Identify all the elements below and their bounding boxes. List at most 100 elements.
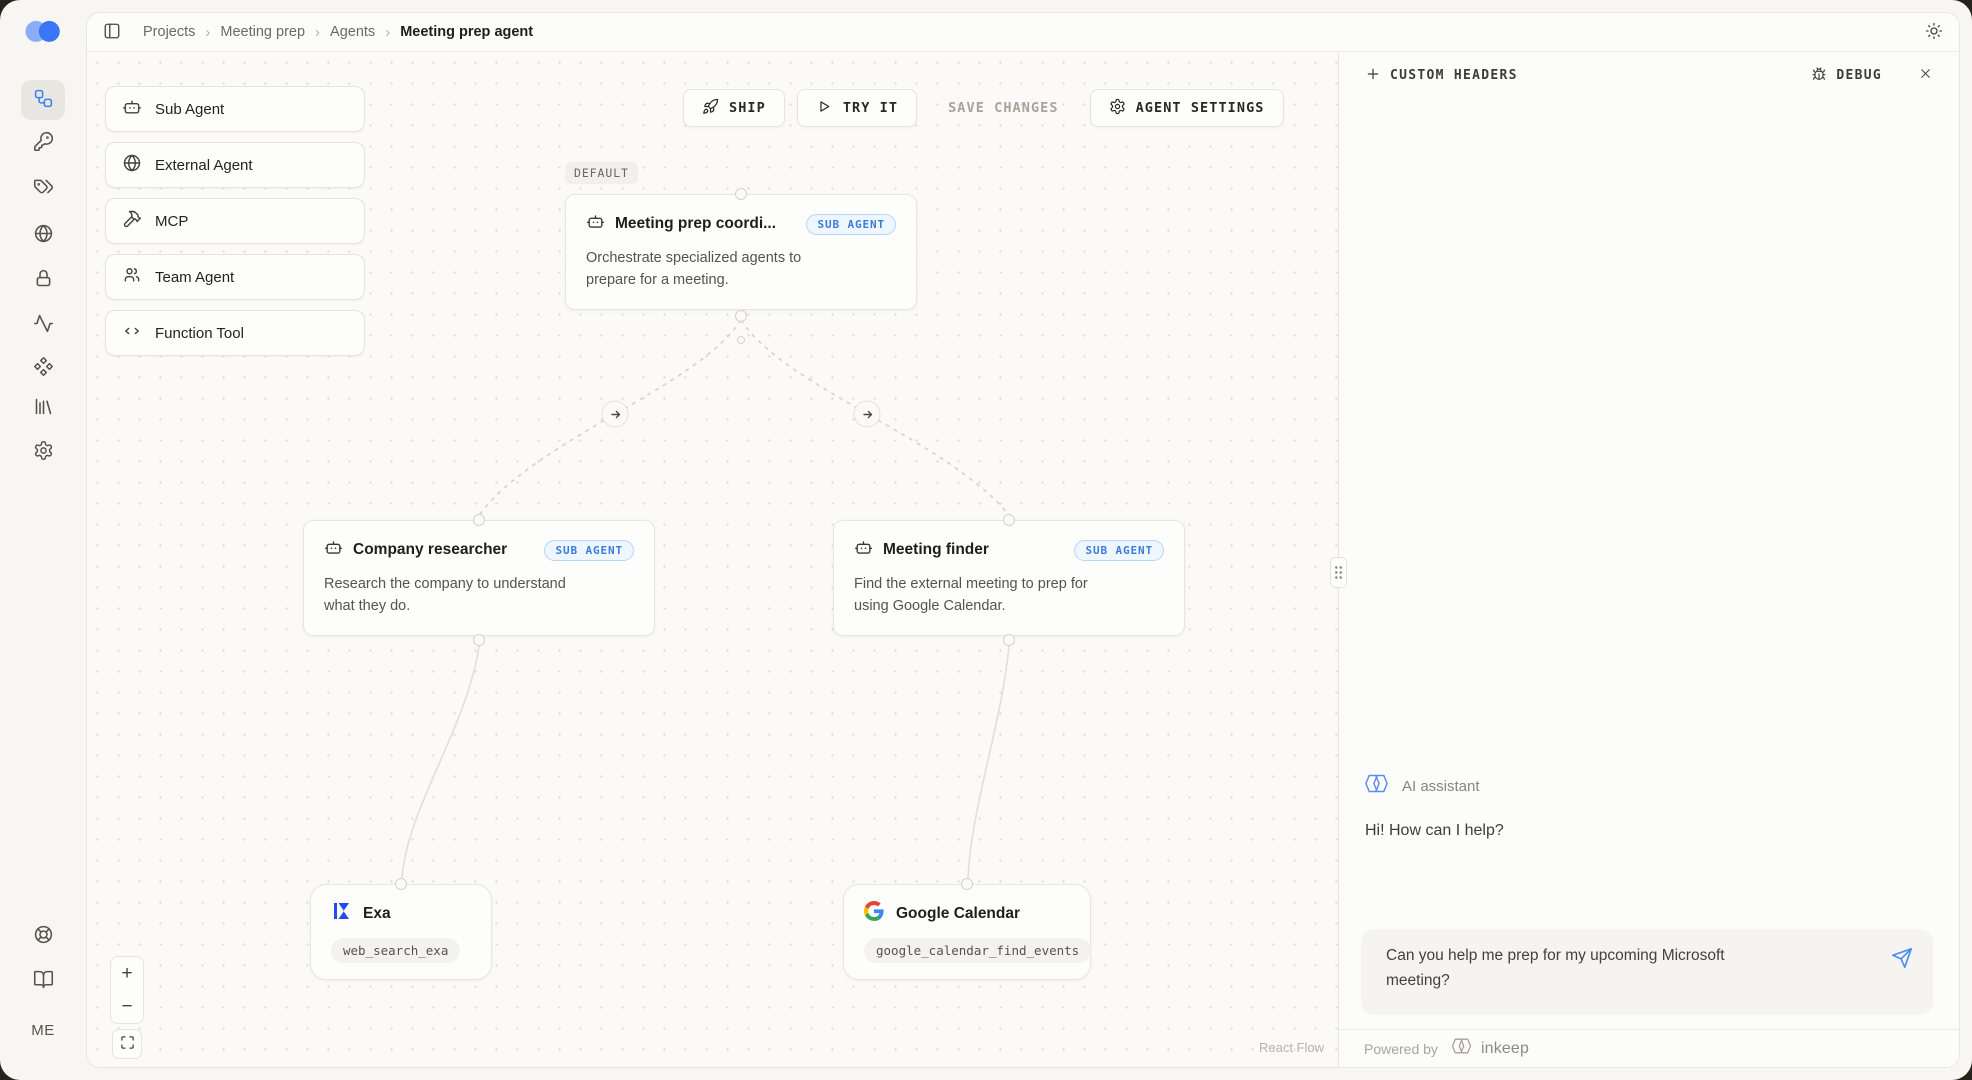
node-description: Research the company to understand what … [324,574,574,618]
fit-view-button[interactable] [112,1029,142,1059]
node-meeting-prep-coordinator[interactable]: Meeting prep coordi... SUB AGENT Orchest… [565,194,917,310]
debug-button[interactable]: DEBUG [1811,66,1882,85]
node-handle-top[interactable] [473,514,485,526]
custom-headers-button[interactable]: CUSTOM HEADERS [1365,66,1518,85]
breadcrumb: Projects › Meeting prep › Agents › Meeti… [143,24,533,41]
palette-item-sub-agent[interactable]: Sub Agent [105,86,365,132]
agent-settings-button[interactable]: AGENT SETTINGS [1090,89,1284,127]
rail-item-tags[interactable] [21,168,65,208]
tool-title: Exa [363,905,391,923]
play-icon [816,98,833,119]
sub-agent-badge: SUB AGENT [1074,540,1164,561]
main-card: Projects › Meeting prep › Agents › Meeti… [86,12,1960,1068]
sidebar-toggle-button[interactable] [103,22,121,43]
node-handle-bottom[interactable] [1003,634,1015,646]
send-button[interactable] [1891,947,1913,972]
sub-agent-badge: SUB AGENT [544,540,634,561]
palette-item-mcp[interactable]: MCP [105,198,365,244]
theme-toggle-button[interactable] [1925,22,1943,43]
rail-item-library[interactable] [21,388,65,428]
assistant-label: AI assistant [1402,778,1480,795]
node-handle-top[interactable] [961,878,973,890]
node-handle-bottom[interactable] [473,634,485,646]
breadcrumb-separator: › [385,24,390,41]
life-buoy-icon [33,924,54,948]
zoom-out-button[interactable]: − [111,990,143,1023]
tool-title: Google Calendar [896,905,1020,923]
rail-item-api-keys[interactable] [21,123,65,163]
grip-dots-icon [1334,565,1343,580]
node-tool-exa[interactable]: Exa web_search_exa [310,884,492,980]
book-open-icon [33,969,54,993]
hammer-icon [122,209,142,234]
flow-canvas[interactable]: Sub Agent External Agent MCP Team Agent … [87,52,1338,1067]
node-title: Meeting prep coordi... [615,215,776,233]
edge-arrow-icon [854,401,881,428]
breadcrumb-separator: › [315,24,320,41]
palette-item-function-tool[interactable]: Function Tool [105,310,365,356]
inkeep-logo[interactable] [22,16,64,46]
bot-icon [586,212,605,236]
rail-item-agent-graph[interactable] [21,80,65,120]
ship-button[interactable]: SHIP [683,89,785,127]
chat-footer: Powered by inkeep [1339,1029,1959,1067]
topbar: Projects › Meeting prep › Agents › Meeti… [87,13,1959,52]
edge-arrow-icon [602,401,629,428]
save-changes-button[interactable]: SAVE CHANGES [929,89,1078,127]
breadcrumb-meeting-prep[interactable]: Meeting prep [220,24,305,40]
rail-item-components[interactable] [21,348,65,388]
rail-item-settings[interactable] [21,432,65,472]
bug-icon [1811,66,1827,85]
key-icon [33,131,54,155]
rail-item-docs[interactable] [21,961,65,1001]
rail-item-activity[interactable] [21,305,65,345]
rail-item-help[interactable] [21,916,65,956]
node-handle-bottom[interactable] [735,310,747,322]
ship-button-label: SHIP [729,100,766,116]
assistant-greeting: Hi! How can I help? [1365,822,1504,840]
library-icon [33,396,54,420]
node-handle-top[interactable] [395,878,407,890]
powered-by-label: Powered by [1364,1041,1438,1057]
react-flow-attribution[interactable]: React Flow [1259,1040,1324,1055]
breadcrumb-projects[interactable]: Projects [143,24,195,40]
close-panel-button[interactable] [1918,66,1933,84]
component-icon [33,356,54,380]
bot-icon [324,538,343,562]
chat-panel-header: CUSTOM HEADERS DEBUG [1339,52,1959,98]
user-avatar[interactable]: ME [21,1022,65,1039]
try-it-button-label: TRY IT [843,100,898,116]
plus-icon [1365,66,1381,85]
palette-item-label: MCP [155,213,188,230]
rail-item-credentials[interactable] [21,260,65,300]
tool-id-chip: google_calendar_find_events [864,938,1091,963]
node-tool-google-calendar[interactable]: Google Calendar google_calendar_find_eve… [843,884,1091,980]
palette-item-team-agent[interactable]: Team Agent [105,254,365,300]
breadcrumb-separator: › [205,24,210,41]
globe-icon [33,223,54,247]
node-company-researcher[interactable]: Company researcher SUB AGENT Research th… [303,520,655,636]
chat-input[interactable]: Can you help me prep for my upcoming Mic… [1361,929,1933,1015]
debug-label: DEBUG [1836,68,1882,83]
zoom-in-button[interactable]: + [111,957,143,990]
users-icon [122,265,142,290]
sub-agent-badge: SUB AGENT [806,214,896,235]
breadcrumb-agents[interactable]: Agents [330,24,375,40]
panel-resize-handle[interactable] [1330,557,1347,588]
brand-name[interactable]: inkeep [1481,1040,1529,1058]
edge-junction-dot [737,336,745,344]
chat-input-value[interactable]: Can you help me prep for my upcoming Mic… [1386,944,1776,1015]
node-title: Company researcher [353,541,507,559]
node-meeting-finder[interactable]: Meeting finder SUB AGENT Find the extern… [833,520,1185,636]
maximize-icon [120,1035,135,1053]
node-handle-top[interactable] [1003,514,1015,526]
bot-icon [854,538,873,562]
left-rail: ME [0,0,86,1080]
rail-item-external[interactable] [21,215,65,255]
palette-item-external-agent[interactable]: External Agent [105,142,365,188]
try-it-button[interactable]: TRY IT [797,89,917,127]
lock-icon [33,268,54,292]
node-handle-top[interactable] [735,188,747,200]
palette-item-label: Sub Agent [155,101,224,118]
gear-icon [33,440,54,464]
